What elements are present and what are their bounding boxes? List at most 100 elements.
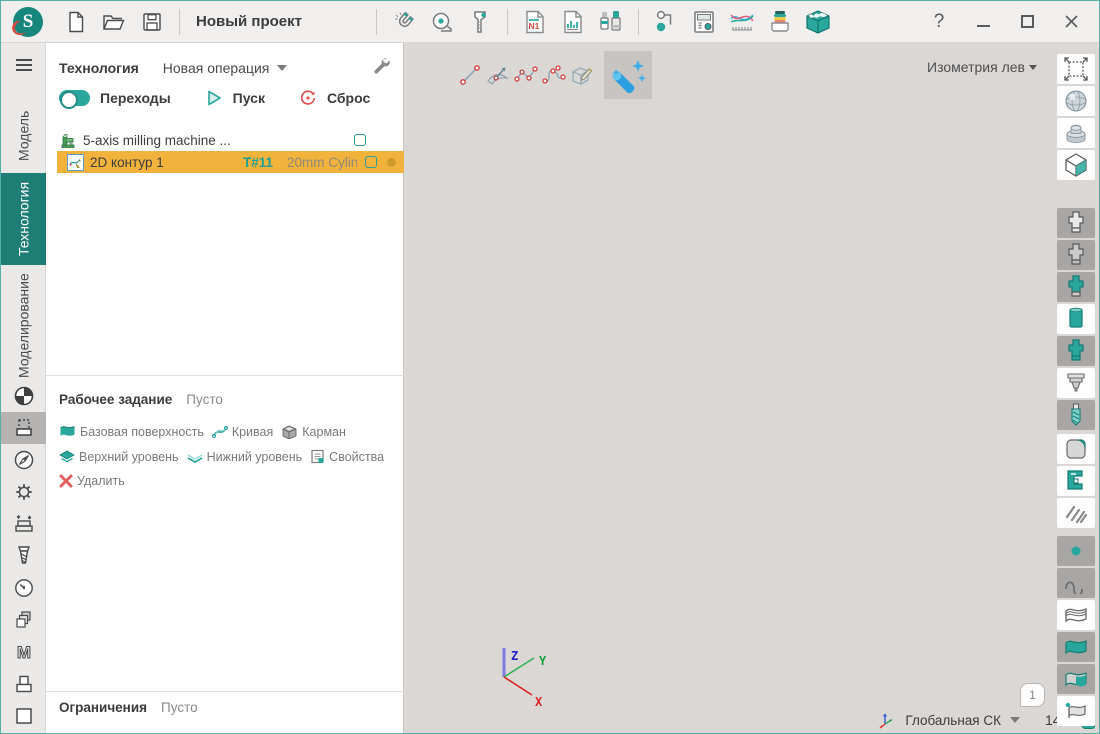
nc-program-button[interactable]: N1 (516, 5, 554, 39)
material-stack-icon (767, 9, 793, 35)
settings-button[interactable] (1, 476, 46, 508)
transitions-toggle[interactable] (59, 90, 90, 106)
simulation-button[interactable] (799, 5, 837, 39)
chevron-down-icon[interactable] (1010, 717, 1020, 723)
tool-cone-icon (1064, 370, 1088, 396)
lower-level-button[interactable]: Нижний уровень (187, 450, 303, 464)
stock-button[interactable] (1057, 434, 1095, 464)
machine-button[interactable] (1057, 466, 1095, 496)
spline-button[interactable] (540, 61, 568, 89)
press-button[interactable] (1, 508, 46, 540)
report-button[interactable] (554, 5, 592, 39)
caliper-button[interactable] (461, 5, 499, 39)
tree-row-machine[interactable]: 5-axis milling machine ... (46, 129, 404, 151)
delete-button[interactable]: Удалить (59, 474, 125, 488)
gauge-button[interactable] (1, 572, 46, 604)
line-2points-button[interactable] (456, 61, 484, 89)
job-title: Рабочее задание (59, 392, 172, 407)
open-project-button[interactable] (95, 5, 133, 39)
tool-cone-button[interactable] (1057, 368, 1095, 398)
navigation-button[interactable] (1, 444, 46, 476)
job-buttons-row-3: Удалить (59, 474, 125, 488)
holder-shaded-button[interactable] (1057, 240, 1095, 270)
milling-tool-button[interactable] (1057, 400, 1095, 430)
curve-spline-button[interactable] (1057, 568, 1095, 598)
view-selector[interactable]: Изометрия лев (927, 59, 1037, 75)
machining-button[interactable] (1, 412, 46, 444)
surface-shaded-icon (1063, 636, 1089, 658)
reset-label[interactable]: Сброс (327, 90, 370, 106)
operation-checkbox[interactable] (365, 156, 377, 168)
save-project-button[interactable] (133, 5, 171, 39)
minimize-button[interactable] (967, 7, 999, 37)
zoom-extents-button[interactable] (1057, 54, 1095, 84)
part-view-button[interactable] (1057, 118, 1095, 148)
viewport-canvas[interactable]: Изометрия лев Z Y X 1 Глобальная СК 14% (404, 43, 1100, 734)
properties-button[interactable]: Свойства (310, 449, 384, 464)
machine-view-icon (1063, 468, 1089, 494)
surface-points-button[interactable] (1057, 696, 1095, 726)
reset-icon[interactable] (299, 89, 317, 107)
calculator-button[interactable] (685, 5, 723, 39)
hamburger-icon (14, 57, 34, 73)
surface-half-button[interactable] (1057, 664, 1095, 694)
sketch-3d-button[interactable] (568, 61, 596, 89)
sprutcam-logo-icon: S (13, 7, 43, 37)
toolpath-hatch-button[interactable] (1057, 498, 1095, 528)
notification-badge[interactable]: 1 (1020, 683, 1045, 707)
machine-checkbox[interactable] (354, 134, 366, 146)
operation-selector[interactable]: Новая операция (163, 60, 288, 76)
layers-button[interactable] (1, 604, 46, 636)
measure-tape-button[interactable] (423, 5, 461, 39)
tool-button[interactable] (1, 540, 46, 572)
tool-holder-button[interactable] (1057, 336, 1095, 366)
magic-wand-button[interactable] (604, 51, 652, 99)
polyline-button[interactable] (512, 61, 540, 89)
material-stack-button[interactable] (761, 5, 799, 39)
graphs-button[interactable] (723, 5, 761, 39)
graphs-icon (728, 9, 756, 35)
view-selector-label: Изометрия лев (927, 59, 1025, 75)
holder-with-tool-button[interactable] (1057, 272, 1095, 302)
help-button[interactable]: ? (923, 7, 955, 37)
macro-button[interactable]: M (1, 636, 46, 668)
point-button[interactable] (1057, 536, 1095, 566)
tool-body-button[interactable] (1057, 304, 1095, 334)
curve-button[interactable]: Кривая (212, 425, 273, 439)
tab-modeling[interactable]: Моделирование (1, 267, 46, 385)
machine-label: 5-axis milling machine ... (83, 133, 231, 148)
machining-icon (13, 417, 35, 439)
operation-tool-info: 20mm Cylindr (287, 155, 357, 170)
tab-technology[interactable]: Технология (1, 173, 46, 265)
maximize-button[interactable] (1011, 7, 1043, 37)
frame-button[interactable] (1, 700, 46, 732)
start-label[interactable]: Пуск (233, 90, 265, 106)
main-menu-button[interactable] (1, 51, 46, 79)
surface-direction-button[interactable] (484, 61, 512, 89)
transitions-label: Переходы (100, 90, 171, 106)
settings-wrench-button[interactable] (371, 55, 391, 80)
tree-row-operation-selected[interactable]: 2D контур 1 T#11 20mm Cylindr (57, 151, 404, 173)
base-surface-button[interactable]: Базовая поверхность (59, 424, 204, 439)
pocket-button[interactable]: Карман (281, 424, 346, 439)
shaded-view-button[interactable] (1057, 86, 1095, 116)
coord-system-label[interactable]: Глобальная СК (905, 713, 1001, 728)
surface-wireframe-button[interactable] (1057, 600, 1095, 630)
play-icon[interactable] (205, 89, 223, 107)
window-controls: ? (923, 7, 1099, 37)
stock-setup-button[interactable] (1, 380, 46, 412)
upper-level-button[interactable]: Верхний уровень (59, 450, 179, 464)
holder-wireframe-button[interactable] (1057, 208, 1095, 238)
tab-model[interactable]: Модель (1, 101, 46, 171)
sketch-3d-icon (569, 63, 595, 87)
close-button[interactable] (1055, 7, 1087, 37)
process-link-button[interactable] (647, 5, 685, 39)
surface-shaded-button[interactable] (1057, 632, 1095, 662)
tools-button[interactable] (592, 5, 630, 39)
workpiece-view-button[interactable] (1057, 150, 1095, 180)
coordinate-system-icon (876, 710, 896, 730)
new-document-button[interactable] (57, 5, 95, 39)
output-button[interactable] (1, 668, 46, 700)
magnet-snap-button[interactable] (385, 5, 423, 39)
constraints-status: Пусто (161, 700, 198, 715)
